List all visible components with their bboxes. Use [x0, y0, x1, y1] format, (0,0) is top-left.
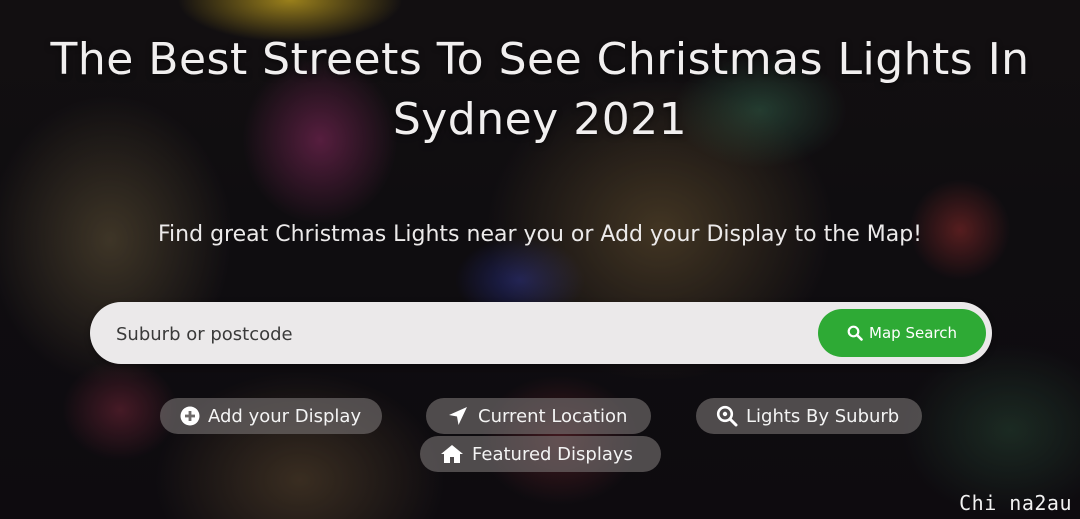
search-input[interactable] — [114, 314, 798, 354]
lights-by-suburb-label: Lights By Suburb — [746, 405, 900, 427]
add-display-button[interactable]: Add your Display — [160, 398, 382, 434]
search-location-icon — [716, 405, 738, 427]
hero-content: The Best Streets To See Christmas Lights… — [0, 0, 1080, 519]
title-line-2: Sydney 2021 — [392, 94, 688, 145]
current-location-button[interactable]: Current Location — [426, 398, 651, 434]
plus-circle-icon — [180, 406, 200, 426]
search-icon — [847, 325, 863, 341]
page-title: The Best Streets To See Christmas Lights… — [0, 30, 1080, 150]
current-location-label: Current Location — [478, 405, 628, 427]
search-bar: Map Search — [90, 302, 992, 364]
location-arrow-icon — [449, 407, 467, 425]
map-search-button[interactable]: Map Search — [818, 309, 986, 357]
lights-by-suburb-button[interactable]: Lights By Suburb — [696, 398, 922, 434]
add-display-label: Add your Display — [208, 405, 362, 427]
map-search-label: Map Search — [869, 324, 957, 342]
featured-displays-button[interactable]: Featured Displays — [420, 436, 661, 472]
featured-displays-label: Featured Displays — [472, 443, 633, 465]
home-icon — [441, 445, 463, 463]
hero-subtitle: Find great Christmas Lights near you or … — [158, 222, 922, 247]
title-line-1: The Best Streets To See Christmas Lights… — [50, 34, 1030, 85]
watermark: Chi na2au — [959, 491, 1072, 515]
hero-banner: The Best Streets To See Christmas Lights… — [0, 0, 1080, 519]
